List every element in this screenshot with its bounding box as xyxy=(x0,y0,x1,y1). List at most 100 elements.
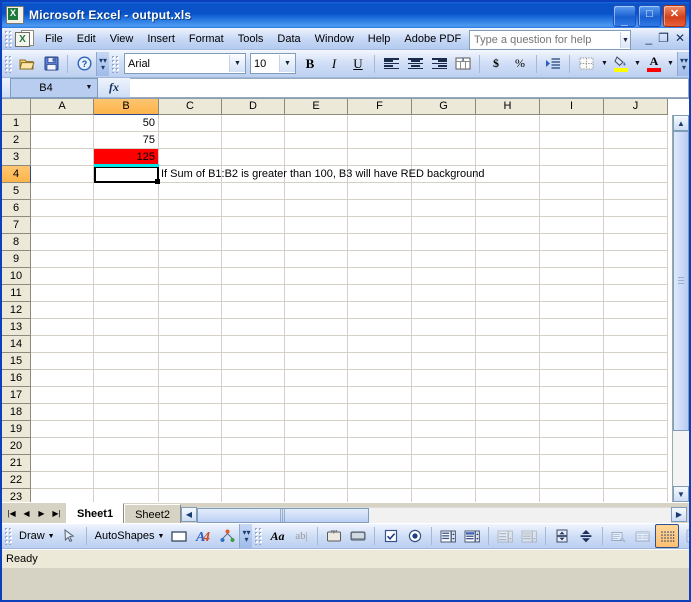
cell-j12[interactable] xyxy=(604,302,668,319)
cell-d18[interactable] xyxy=(222,404,285,421)
cell-j21[interactable] xyxy=(604,455,668,472)
cell-a5[interactable] xyxy=(31,183,94,200)
cell-d9[interactable] xyxy=(222,251,285,268)
cell-j2[interactable] xyxy=(604,132,668,149)
cell-b23[interactable] xyxy=(94,489,159,502)
cell-c12[interactable] xyxy=(159,302,222,319)
cell-j14[interactable] xyxy=(604,336,668,353)
cell-f10[interactable] xyxy=(348,268,412,285)
font-name-combo[interactable]: Arial ▼ xyxy=(124,53,246,74)
menu-item-file[interactable]: File xyxy=(38,30,70,48)
cell-c21[interactable] xyxy=(159,455,222,472)
cell-a13[interactable] xyxy=(31,319,94,336)
row-header-8[interactable]: 8 xyxy=(2,234,31,251)
cell-b10[interactable] xyxy=(94,268,159,285)
currency-style-button[interactable]: $ xyxy=(484,52,508,76)
cell-a6[interactable] xyxy=(31,200,94,217)
cell-j23[interactable] xyxy=(604,489,668,502)
column-header-d[interactable]: D xyxy=(222,99,285,115)
cell-h19[interactable] xyxy=(476,421,540,438)
first-sheet-icon[interactable]: |◀ xyxy=(4,506,19,522)
doc-minimize-button[interactable]: _ xyxy=(645,30,652,46)
checkbox-control-icon[interactable] xyxy=(379,524,403,548)
row-header-9[interactable]: 9 xyxy=(2,251,31,268)
name-box[interactable]: B4 ▼ xyxy=(10,77,98,98)
insert-function-icon[interactable]: fx xyxy=(98,80,130,95)
cell-i3[interactable] xyxy=(540,149,604,166)
column-header-i[interactable]: I xyxy=(540,99,604,115)
cell-e3[interactable] xyxy=(285,149,348,166)
command-button-icon[interactable]: xyz xyxy=(322,524,346,548)
formatting-toolbar-overflow[interactable]: ▾▾ ▾ xyxy=(677,51,689,76)
row-header-18[interactable]: 18 xyxy=(2,404,31,421)
cell-g11[interactable] xyxy=(412,285,476,302)
cell-f22[interactable] xyxy=(348,472,412,489)
cell-g10[interactable] xyxy=(412,268,476,285)
scroll-bar-icon[interactable] xyxy=(574,524,598,548)
cell-i1[interactable] xyxy=(540,115,604,132)
cell-c10[interactable] xyxy=(159,268,222,285)
cell-e9[interactable] xyxy=(285,251,348,268)
row-header-6[interactable]: 6 xyxy=(2,200,31,217)
cell-c16[interactable] xyxy=(159,370,222,387)
row-header-21[interactable]: 21 xyxy=(2,455,31,472)
cell-a17[interactable] xyxy=(31,387,94,404)
control-properties-icon[interactable] xyxy=(679,524,689,548)
cell-b20[interactable] xyxy=(94,438,159,455)
cell-a23[interactable] xyxy=(31,489,94,502)
row-header-11[interactable]: 11 xyxy=(2,285,31,302)
cell-j7[interactable] xyxy=(604,217,668,234)
cell-g9[interactable] xyxy=(412,251,476,268)
column-header-b[interactable]: B xyxy=(94,99,159,115)
spin-button-icon[interactable] xyxy=(550,524,574,548)
row-header-2[interactable]: 2 xyxy=(2,132,31,149)
scroll-left-button[interactable]: ◀ xyxy=(180,507,197,522)
cell-f9[interactable] xyxy=(348,251,412,268)
cell-c18[interactable] xyxy=(159,404,222,421)
cell-i19[interactable] xyxy=(540,421,604,438)
cell-a14[interactable] xyxy=(31,336,94,353)
cell-e8[interactable] xyxy=(285,234,348,251)
cell-g17[interactable] xyxy=(412,387,476,404)
merge-and-center-icon[interactable]: a xyxy=(451,52,475,76)
diagram-icon[interactable] xyxy=(215,524,239,548)
menu-item-view[interactable]: View xyxy=(103,30,141,48)
cell-d20[interactable] xyxy=(222,438,285,455)
cell-e21[interactable] xyxy=(285,455,348,472)
column-header-g[interactable]: G xyxy=(412,99,476,115)
cell-h4[interactable] xyxy=(476,166,540,183)
horizontal-scroll-track[interactable] xyxy=(196,506,671,523)
cell-d8[interactable] xyxy=(222,234,285,251)
cell-i23[interactable] xyxy=(540,489,604,502)
cell-j1[interactable] xyxy=(604,115,668,132)
cell-c6[interactable] xyxy=(159,200,222,217)
wordart-icon[interactable]: A 4 xyxy=(191,524,215,548)
autoshapes-menu-button[interactable]: AutoShapes ▼ xyxy=(91,530,168,542)
cell-d23[interactable] xyxy=(222,489,285,502)
rectangle-icon[interactable] xyxy=(167,524,191,548)
cell-d1[interactable] xyxy=(222,115,285,132)
cell-g23[interactable] xyxy=(412,489,476,502)
formula-input[interactable] xyxy=(130,77,689,98)
cell-a7[interactable] xyxy=(31,217,94,234)
cell-j13[interactable] xyxy=(604,319,668,336)
cell-b7[interactable] xyxy=(94,217,159,234)
drawing-toolbar-grip[interactable] xyxy=(4,527,12,545)
row-header-20[interactable]: 20 xyxy=(2,438,31,455)
cell-g15[interactable] xyxy=(412,353,476,370)
cell-a11[interactable] xyxy=(31,285,94,302)
column-header-c[interactable]: C xyxy=(159,99,222,115)
open-icon[interactable] xyxy=(15,52,39,76)
cell-b5[interactable] xyxy=(94,183,159,200)
close-button[interactable]: ✕ xyxy=(663,5,686,27)
help-icon[interactable]: ? xyxy=(72,52,96,76)
borders-dropdown-arrow[interactable]: ▼ xyxy=(598,52,611,76)
option-button-icon[interactable] xyxy=(403,524,427,548)
cell-c2[interactable] xyxy=(159,132,222,149)
standard-toolbar-grip[interactable] xyxy=(4,54,12,73)
cell-e6[interactable] xyxy=(285,200,348,217)
cell-c13[interactable] xyxy=(159,319,222,336)
cell-f11[interactable] xyxy=(348,285,412,302)
align-right-icon[interactable] xyxy=(427,52,451,76)
cell-g21[interactable] xyxy=(412,455,476,472)
